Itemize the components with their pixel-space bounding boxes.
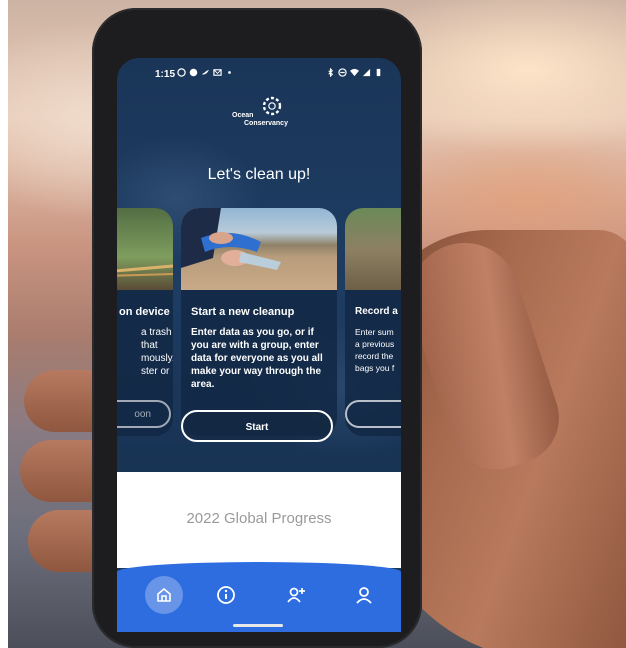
dot-icon: [228, 71, 231, 74]
add-user-icon: [287, 587, 305, 603]
nav-profile[interactable]: [353, 584, 379, 610]
card-title: Start a new cleanup: [191, 306, 295, 318]
home-indicator: [233, 624, 283, 627]
messenger-icon: [189, 68, 198, 77]
whatsapp-icon: [177, 68, 186, 77]
bottom-navigation: [117, 562, 401, 632]
stick-graphic: [117, 264, 173, 277]
card-title: Record a: [355, 306, 398, 317]
nav-info[interactable]: [215, 584, 241, 610]
status-bar: 1:15: [117, 68, 401, 84]
start-button[interactable]: Start: [181, 410, 333, 442]
card-description: a trash that mously. ster or: [141, 327, 173, 377]
cleanup-photo-graphic: [181, 208, 281, 270]
do-not-disturb-icon: [338, 68, 347, 77]
card-description: Enter sum a previous record the bags you…: [355, 327, 395, 373]
gmail-icon: [213, 69, 222, 76]
card-title: on device: [119, 306, 170, 318]
home-icon: [157, 588, 171, 602]
progress-panel[interactable]: 2022 Global Progress: [117, 472, 401, 568]
card-record-button[interactable]: [345, 400, 401, 428]
card-photo: [181, 208, 337, 290]
logo-text-ocean: Ocean: [232, 112, 254, 119]
twitter-icon: [201, 69, 210, 75]
profile-icon: [356, 587, 372, 604]
progress-title: 2022 Global Progress: [186, 510, 332, 527]
app-screen: 1:15 Ocean Conservancy Let's clean up! o…: [117, 58, 401, 632]
card-description: Enter data as you go, or if you are with…: [191, 327, 323, 390]
info-icon: [217, 586, 235, 604]
nav-add-user[interactable]: [285, 584, 311, 610]
cleanup-card-start[interactable]: Start a new cleanup Enter data as you go…: [181, 208, 337, 436]
logo-ring-icon: [262, 96, 282, 116]
page-heading: Let's clean up!: [207, 166, 311, 183]
card-photo: [345, 208, 401, 290]
card-photo: [117, 208, 173, 290]
ocean-conservancy-logo: Ocean Conservancy: [222, 94, 302, 134]
status-time: 1:15: [155, 69, 176, 80]
bluetooth-icon: [328, 68, 334, 77]
logo-text-conservancy: Conservancy: [244, 120, 288, 127]
wifi-icon: [350, 68, 359, 77]
nav-home[interactable]: [145, 576, 183, 614]
signal-icon: [362, 68, 371, 77]
battery-icon: [376, 68, 381, 77]
card-previous-button[interactable]: oon: [117, 400, 171, 428]
